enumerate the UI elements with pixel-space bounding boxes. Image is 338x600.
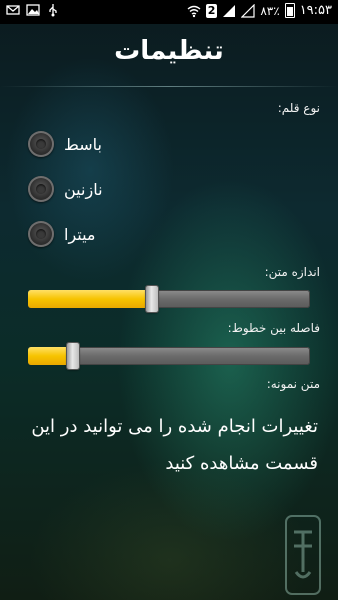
image-icon bbox=[26, 4, 40, 16]
radio-option-label: میترا bbox=[64, 224, 96, 244]
text-size-slider[interactable] bbox=[28, 286, 310, 312]
sample-text-label: متن نمونه: bbox=[266, 377, 320, 391]
status-bar: 2 ۸۳٪ ۱۹:۵۳ bbox=[0, 0, 338, 24]
status-system: 2 ۸۳٪ ۱۹:۵۳ bbox=[187, 3, 332, 18]
radio-button[interactable] bbox=[28, 176, 54, 202]
signal-icon bbox=[223, 4, 236, 17]
line-spacing-label: فاصله بین خطوط: bbox=[227, 321, 320, 335]
usb-icon bbox=[49, 4, 57, 17]
line-spacing-slider[interactable] bbox=[28, 343, 310, 369]
sample-text: تغییرات انجام شده را می توانید در این قس… bbox=[31, 416, 318, 474]
battery-icon bbox=[284, 3, 295, 18]
header-divider bbox=[0, 86, 338, 87]
radio-option-nazanin[interactable]: نازنین bbox=[28, 176, 103, 202]
font-type-label: نوع قلم: bbox=[277, 101, 320, 115]
text-size-label: اندازه متن: bbox=[264, 265, 320, 279]
slider-fill bbox=[28, 290, 152, 308]
wifi-icon bbox=[187, 5, 201, 17]
clock: ۱۹:۵۳ bbox=[299, 3, 332, 18]
sim-slot-badge: 2 bbox=[205, 3, 218, 18]
status-notifications bbox=[6, 3, 60, 17]
slider-thumb[interactable] bbox=[146, 286, 158, 312]
battery-percent: ۸۳٪ bbox=[260, 3, 280, 18]
radio-option-baset[interactable]: باسط bbox=[28, 131, 102, 157]
page-title: تنظیمات bbox=[114, 36, 224, 66]
signal-icon-2 bbox=[241, 3, 255, 18]
mail-icon bbox=[6, 5, 20, 15]
radio-button[interactable] bbox=[28, 221, 54, 247]
header: تنظیمات bbox=[0, 24, 338, 86]
radio-option-mitra[interactable]: میترا bbox=[28, 221, 96, 247]
radio-option-label: نازنین bbox=[64, 179, 103, 199]
radio-button[interactable] bbox=[28, 131, 54, 157]
radio-option-label: باسط bbox=[64, 134, 102, 154]
slider-thumb[interactable] bbox=[67, 343, 79, 369]
store-logo-icon bbox=[285, 515, 321, 595]
